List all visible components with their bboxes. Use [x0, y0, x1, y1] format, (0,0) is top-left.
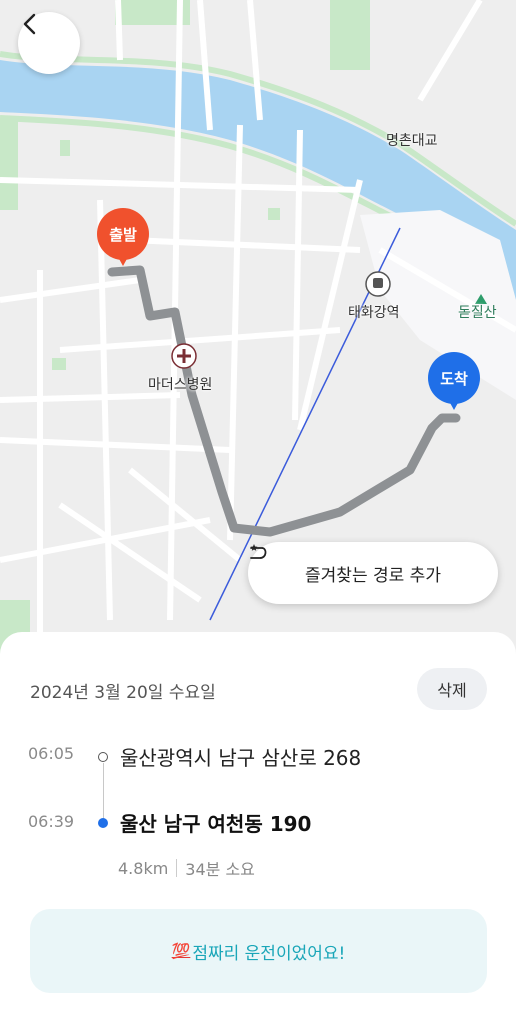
map-label-hospital: 마더스병원 [148, 377, 213, 393]
delete-button-label: 삭제 [437, 681, 467, 700]
end-pin-label: 도착 [428, 352, 480, 404]
start-pin-label: 출발 [97, 208, 149, 260]
route-map[interactable]: 명촌대교 태화강역 마더스병원 돋질산 출발 도착 즐겨찾는 경로 추가 [0, 0, 516, 660]
delete-button[interactable]: 삭제 [417, 668, 487, 710]
trip-date: 2024년 3월 20일 수요일 [30, 683, 216, 703]
driving-score-text: 점짜리 운전이었어요! [192, 943, 346, 964]
origin-time: 06:05 [28, 744, 75, 763]
map-label-mountain: 돋질산 [458, 305, 497, 321]
chevron-left-icon [23, 13, 36, 35]
trip-summary: 4.8km 34분 소요 [118, 856, 255, 880]
destination-time: 06:39 [28, 812, 75, 831]
end-pin[interactable]: 도착 [428, 352, 480, 414]
trip-detail-sheet: 2024년 3월 20일 수요일 삭제 06:05 울산광역시 남구 삼산로 2… [0, 632, 516, 1023]
driving-score-banner: 💯 점짜리 운전이었어요! [30, 909, 487, 993]
origin-address: 울산광역시 남구 삼산로 268 [120, 746, 362, 770]
map-label-bridge: 명촌대교 [386, 133, 438, 149]
back-button[interactable] [18, 12, 80, 74]
origin-dot [98, 752, 108, 762]
route-connector [102, 763, 104, 819]
start-pin[interactable]: 출발 [97, 208, 149, 270]
map-label-station: 태화강역 [348, 305, 400, 321]
destination-address: 울산 남구 여천동 190 [120, 812, 312, 836]
hundred-points-icon: 💯 [171, 942, 191, 960]
trip-distance: 4.8km [118, 858, 169, 878]
divider [176, 859, 178, 877]
add-favorite-route-label: 즐겨찾는 경로 추가 [305, 565, 441, 586]
trip-duration: 34분 소요 [185, 860, 255, 879]
route-star-icon [250, 544, 267, 559]
destination-dot [98, 818, 108, 828]
add-favorite-route-button[interactable]: 즐겨찾는 경로 추가 [248, 542, 498, 604]
